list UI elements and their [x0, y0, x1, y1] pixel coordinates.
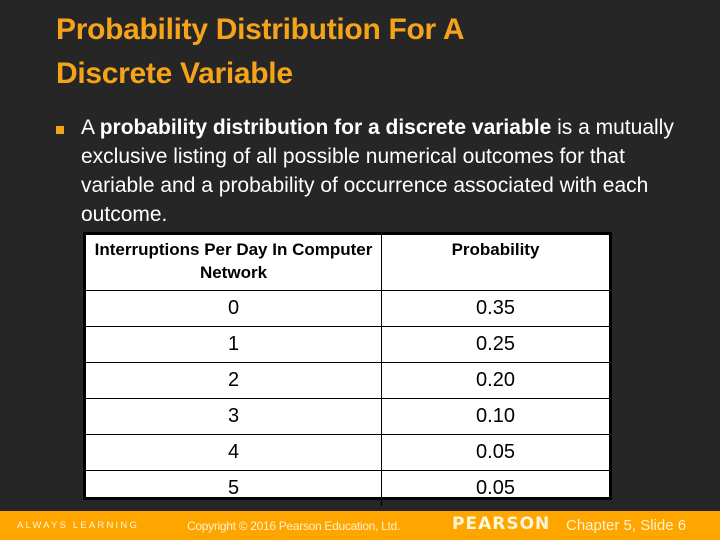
table-row: 0 0.35 — [86, 290, 609, 327]
table-row: 4 0.05 — [86, 434, 609, 471]
footer-bar: ALWAYS LEARNING Copyright © 2016 Pearson… — [0, 511, 720, 540]
bullet-lead: A — [81, 116, 100, 139]
cell-probability: 0.25 — [381, 326, 609, 363]
cell-interruptions: 5 — [86, 470, 382, 506]
slide-number: Chapter 5, Slide 6 — [566, 517, 687, 534]
cell-interruptions: 1 — [86, 326, 382, 363]
cell-interruptions: 3 — [86, 398, 382, 435]
cell-probability: 0.10 — [381, 398, 609, 435]
footer-tagline: ALWAYS LEARNING — [17, 520, 140, 531]
cell-probability: 0.05 — [381, 434, 609, 471]
pearson-logo: PEARSON — [452, 514, 551, 534]
cell-interruptions: 2 — [86, 362, 382, 399]
footer-copyright: Copyright © 2016 Pearson Education, Ltd. — [187, 519, 400, 533]
bullet-bold-term: probability distribution for a discrete … — [99, 116, 552, 139]
table-row: 3 0.10 — [86, 398, 609, 435]
cell-probability: 0.20 — [381, 362, 609, 399]
table-row: 1 0.25 — [86, 326, 609, 363]
square-bullet-icon — [56, 126, 64, 134]
cell-probability: 0.35 — [381, 290, 609, 327]
bullet-text: A probability distribution for a discret… — [81, 113, 701, 229]
slide-title: Probability Distribution For A Discrete … — [56, 8, 696, 96]
title-line-2: Discrete Variable — [56, 57, 293, 90]
table-row: 5 0.05 — [86, 470, 609, 506]
header-interruptions: Interruptions Per Day In Computer Networ… — [86, 235, 382, 291]
cell-probability: 0.05 — [381, 470, 609, 506]
table-row: 2 0.20 — [86, 362, 609, 399]
title-line-1: Probability Distribution For A — [56, 13, 465, 46]
table-header-row: Interruptions Per Day In Computer Networ… — [86, 235, 609, 291]
header-probability: Probability — [381, 235, 609, 291]
cell-interruptions: 4 — [86, 434, 382, 471]
cell-interruptions: 0 — [86, 290, 382, 327]
probability-table: Interruptions Per Day In Computer Networ… — [83, 232, 612, 506]
